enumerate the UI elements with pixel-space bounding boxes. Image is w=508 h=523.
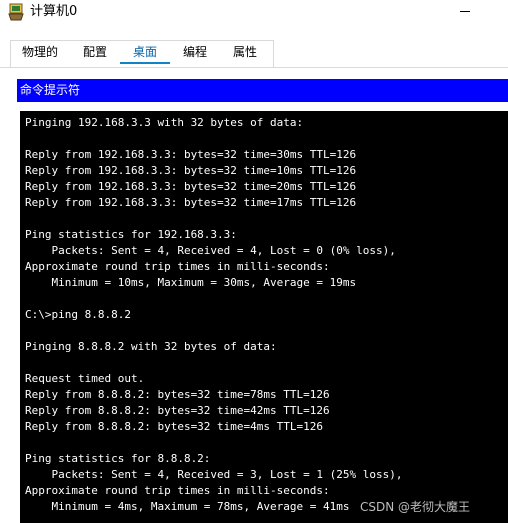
tab-config-label: 配置: [82, 45, 107, 59]
terminal-line: Pinging 192.168.3.3 with 32 bytes of dat…: [25, 116, 304, 129]
terminal-line: Pinging 8.8.8.2 with 32 bytes of data:: [25, 340, 277, 353]
terminal-line: Reply from 192.168.3.3: bytes=32 time=30…: [25, 148, 357, 161]
window-title: 计算机0: [30, 4, 78, 19]
terminal-line: Reply from 192.168.3.3: bytes=32 time=17…: [25, 196, 357, 209]
terminal-line: Reply from 8.8.8.2: bytes=32 time=78ms T…: [25, 388, 330, 401]
tab-attributes-label: 属性: [232, 45, 257, 59]
terminal-line: Minimum = 4ms, Maximum = 78ms, Average =…: [25, 500, 350, 513]
title-bar: 计算机0: [0, 0, 508, 26]
terminal-line: Packets: Sent = 4, Received = 3, Lost = …: [25, 468, 403, 481]
minimize-button[interactable]: [460, 0, 508, 24]
terminal-line: Approximate round trip times in milli-se…: [25, 484, 330, 497]
terminal-line: Approximate round trip times in milli-se…: [25, 260, 330, 273]
panel-title: 命令提示符: [17, 79, 508, 102]
terminal-line: C:\>ping 8.8.8.2: [25, 308, 131, 321]
tab-divider: [0, 67, 508, 68]
watermark: CSDN @老彻大魔王: [360, 500, 471, 514]
terminal-line: Request timed out.: [25, 372, 145, 385]
command-prompt-terminal[interactable]: Pinging 192.168.3.3 with 32 bytes of dat…: [20, 111, 508, 523]
tab-physical[interactable]: 物理的: [18, 42, 62, 64]
terminal-line: Reply from 8.8.8.2: bytes=32 time=4ms TT…: [25, 420, 324, 433]
terminal-line: Reply from 192.168.3.3: bytes=32 time=20…: [25, 180, 357, 193]
computer-app-icon: [8, 3, 24, 21]
tab-config[interactable]: 配置: [76, 42, 114, 64]
terminal-line: Ping statistics for 192.168.3.3:: [25, 228, 237, 241]
tab-desktop-label: 桌面: [132, 45, 157, 59]
terminal-line: Packets: Sent = 4, Received = 4, Lost = …: [25, 244, 396, 257]
terminal-line: Minimum = 10ms, Maximum = 30ms, Average …: [25, 276, 357, 289]
terminal-line: Reply from 192.168.3.3: bytes=32 time=10…: [25, 164, 357, 177]
terminal-line: Reply from 8.8.8.2: bytes=32 time=42ms T…: [25, 404, 330, 417]
tab-desktop[interactable]: 桌面: [120, 42, 170, 64]
tab-programming[interactable]: 编程: [176, 42, 214, 64]
tab-bar: 物理的 配置 桌面 编程 属性: [0, 38, 508, 68]
terminal-line: Ping statistics for 8.8.8.2:: [25, 452, 211, 465]
tab-programming-label: 编程: [182, 45, 207, 59]
tab-physical-label: 物理的: [21, 45, 58, 59]
tab-attributes[interactable]: 属性: [226, 42, 264, 64]
active-tab-indicator: [120, 62, 170, 64]
